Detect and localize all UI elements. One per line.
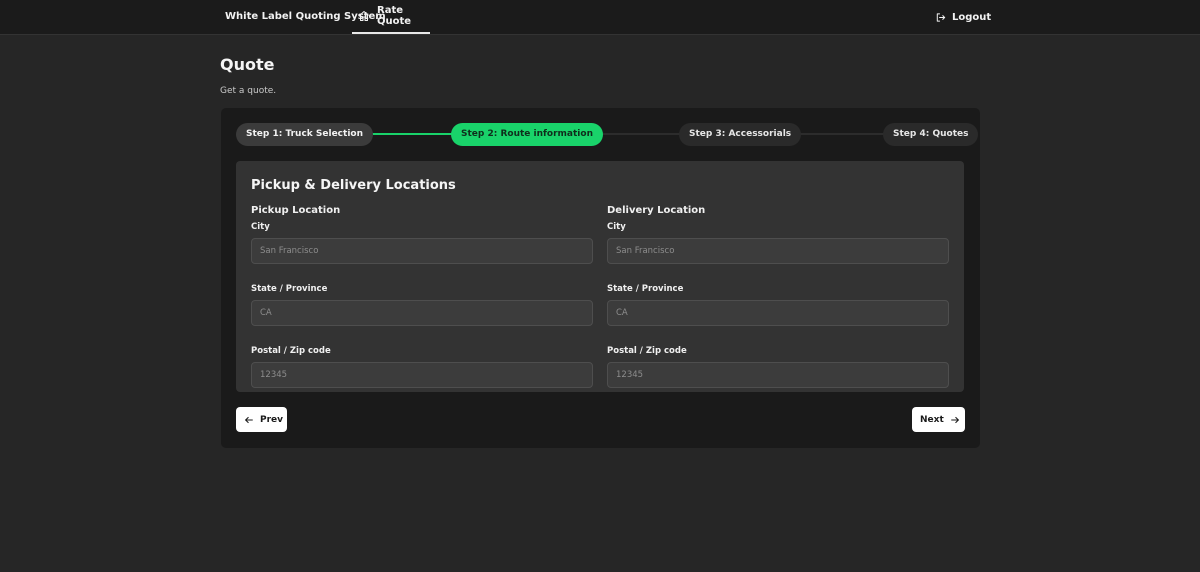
next-button-label: Next (920, 414, 944, 425)
step-accessorials[interactable]: Step 3: Accessorials (679, 123, 802, 146)
delivery-postal-input[interactable] (607, 362, 949, 388)
step-truck-selection[interactable]: Step 1: Truck Selection (236, 123, 373, 146)
delivery-city-label: City (607, 222, 626, 232)
top-navbar: White Label Quoting System Rate Quote Lo… (0, 0, 1200, 35)
step-route-information[interactable]: Step 2: Route information (451, 123, 603, 146)
arrow-left-icon (244, 415, 254, 425)
home-icon (358, 10, 370, 22)
logout-icon (935, 12, 946, 23)
pickup-location-section: Pickup Location City State / Province Po… (251, 205, 593, 408)
pickup-state-input[interactable] (251, 300, 593, 326)
logout-label: Logout (952, 11, 992, 23)
delivery-location-title: Delivery Location (607, 205, 706, 216)
quote-panel: Step 1: Truck Selection Step 2: Route in… (221, 108, 980, 448)
delivery-city-input[interactable] (607, 238, 949, 264)
pickup-postal-label: Postal / Zip code (251, 346, 331, 356)
locations-card: Pickup & Delivery Locations Pickup Locat… (236, 161, 964, 392)
page-title: Quote (220, 55, 275, 74)
pickup-location-title: Pickup Location (251, 205, 341, 216)
arrow-right-icon (950, 415, 960, 425)
pickup-state-label: State / Province (251, 284, 328, 294)
card-title: Pickup & Delivery Locations (251, 178, 456, 193)
step-quotes[interactable]: Step 4: Quotes (883, 123, 979, 146)
tab-rate-quote-label: Rate Quote (377, 5, 412, 27)
next-button[interactable]: Next (912, 407, 965, 432)
delivery-location-section: Delivery Location City State / Province … (607, 205, 949, 408)
prev-button-label: Prev (260, 414, 284, 425)
pickup-postal-input[interactable] (251, 362, 593, 388)
page-subtitle: Get a quote. (220, 86, 277, 96)
prev-button[interactable]: Prev (236, 407, 287, 432)
logout-button[interactable]: Logout (935, 0, 991, 34)
tab-rate-quote[interactable]: Rate Quote (352, 0, 430, 34)
delivery-state-label: State / Province (607, 284, 684, 294)
pickup-city-label: City (251, 222, 270, 232)
delivery-state-input[interactable] (607, 300, 949, 326)
pickup-city-input[interactable] (251, 238, 593, 264)
delivery-postal-label: Postal / Zip code (607, 346, 687, 356)
